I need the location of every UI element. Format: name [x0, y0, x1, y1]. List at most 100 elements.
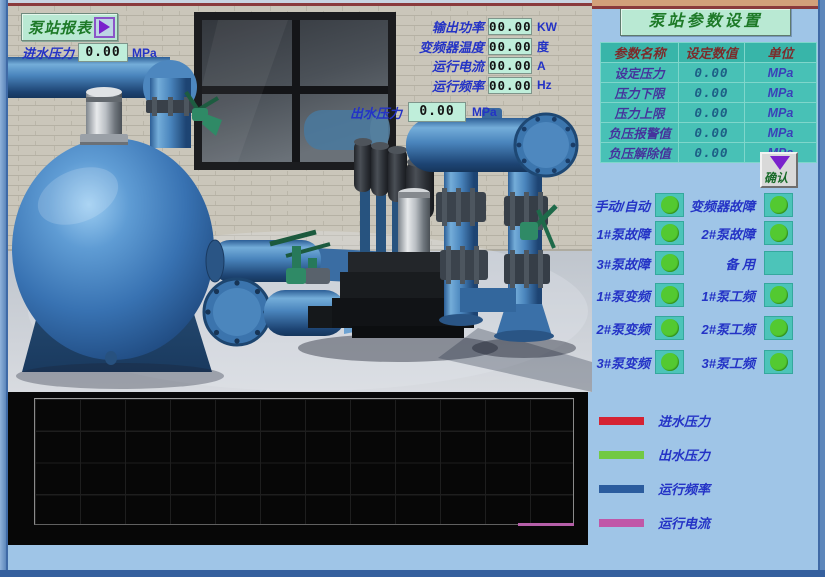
run-current-zero-trace [518, 523, 574, 526]
indicator-label: 1#泵工频 [684, 286, 755, 305]
settings-row-negative-alarm: 负压报警值 0.00 MPa [601, 123, 817, 143]
indicator-row-2: 1#泵故障 2#泵故障 [592, 221, 802, 245]
settings-table: 参数名称 设定数值 单位 设定压力 0.00 MPa 压力下限 0.00 MPa… [600, 42, 817, 163]
reading-row-inverter-temp: 变频器温度 00.00 度 [354, 37, 571, 56]
legend-label: 进水压力 [658, 411, 710, 430]
setting-unit: MPa [745, 83, 817, 103]
legend-swatch-green [599, 451, 644, 459]
reading-value: 00.00 [488, 77, 532, 94]
legend-label: 运行电流 [658, 513, 710, 532]
indicator-spare [764, 251, 793, 275]
outlet-pressure-unit: MPa [472, 105, 497, 119]
scene-top-accent [8, 3, 592, 6]
reading-row-output-power: 输出功率 00.00 KW [354, 17, 571, 36]
indicator-label: 2#泵故障 [684, 224, 755, 243]
settings-panel-title: 泵站参数设置 [620, 8, 791, 36]
indicator-row-5: 2#泵变频 2#泵工频 [592, 316, 802, 340]
indicator-row-4: 1#泵变频 1#泵工频 [592, 283, 802, 307]
settings-header-unit: 单位 [745, 43, 817, 63]
setting-value-input[interactable]: 0.00 [679, 143, 745, 163]
indicator-label: 手动/自动 [592, 196, 650, 215]
setting-name: 压力下限 [601, 83, 679, 103]
panel-top-accent-line [592, 6, 818, 9]
reading-unit: 度 [537, 38, 571, 55]
outlet-pressure-row: 出水压力 0.00 MPa [350, 102, 497, 122]
pump-station-scene: 泵站报表 进水压力 0.00 MPa 输出功率 00.00 KW 变频器温度 0… [8, 6, 592, 392]
reading-label: 变频器温度 [354, 37, 484, 56]
setting-value-input[interactable]: 0.00 [679, 63, 745, 83]
setting-unit: MPa [745, 63, 817, 83]
indicator-manual-auto [655, 193, 684, 217]
indicator-lamp [770, 286, 788, 304]
report-play-icon[interactable] [94, 17, 115, 38]
indicator-lamp [661, 254, 679, 272]
indicator-label: 2#泵变频 [592, 319, 650, 338]
indicator-row-1: 手动/自动 变频器故障 [592, 193, 802, 217]
reading-unit: KW [537, 20, 571, 34]
legend-item-run-current: 运行电流 [599, 514, 710, 530]
legend-swatch-magenta [599, 519, 644, 527]
indicator-label: 1#泵故障 [592, 224, 650, 243]
inlet-pressure-row: 进水压力 0.00 MPa [22, 43, 157, 62]
frame-border-bottom [0, 570, 825, 577]
setting-value-input[interactable]: 0.00 [679, 103, 745, 123]
indicator-lamp [661, 224, 679, 242]
indicator-pump1-fault [655, 221, 684, 245]
frame-border-left-inner [6, 0, 8, 577]
setting-unit: MPa [745, 123, 817, 143]
reading-unit: Hz [537, 78, 571, 92]
hmi-pump-station-screen: 泵站报表 进水压力 0.00 MPa 输出功率 00.00 KW 变频器温度 0… [0, 0, 825, 577]
report-button[interactable]: 泵站报表 [21, 13, 118, 41]
settings-row-set-pressure: 设定压力 0.00 MPa [601, 63, 817, 83]
outlet-pressure-value: 0.00 [408, 102, 466, 122]
reading-label: 输出功率 [354, 17, 484, 36]
indicator-lamp [770, 353, 788, 371]
indicator-label: 3#泵故障 [592, 254, 650, 273]
settings-header-name: 参数名称 [601, 43, 679, 63]
indicator-pump3-mains [764, 350, 793, 374]
reading-value: 00.00 [488, 38, 532, 55]
setting-value-input[interactable]: 0.00 [679, 123, 745, 143]
confirm-button[interactable]: 确认 [760, 152, 798, 188]
indicator-lamp [770, 319, 788, 337]
legend-swatch-red [599, 417, 644, 425]
frame-border-right-inner [818, 0, 820, 577]
settings-header-value: 设定数值 [679, 43, 745, 63]
indicator-pump2-mains [764, 316, 793, 340]
reading-value: 00.00 [488, 18, 532, 35]
reading-unit: A [537, 59, 571, 73]
reading-label: 运行频率 [354, 76, 484, 95]
inlet-pressure-value: 0.00 [78, 43, 128, 62]
indicator-lamp [661, 319, 679, 337]
inlet-pressure-unit: MPa [132, 46, 157, 60]
indicator-pump3-vfd [655, 350, 684, 374]
reading-row-run-frequency: 运行频率 00.00 Hz [354, 76, 571, 95]
setting-name: 负压解除值 [601, 143, 679, 163]
indicator-row-3: 3#泵故障 备 用 [592, 251, 802, 275]
indicator-pump3-fault [655, 251, 684, 275]
legend-item-run-frequency: 运行频率 [599, 480, 710, 496]
indicator-label: 2#泵工频 [684, 319, 755, 338]
settings-row-pressure-low: 压力下限 0.00 MPa [601, 83, 817, 103]
legend-label: 出水压力 [658, 445, 710, 464]
setting-name: 压力上限 [601, 103, 679, 123]
setting-value-input[interactable]: 0.00 [679, 83, 745, 103]
legend-item-inlet-pressure: 进水压力 [599, 412, 710, 428]
indicator-label: 变频器故障 [684, 196, 755, 215]
indicator-lamp [661, 196, 679, 214]
inlet-pressure-label: 进水压力 [22, 43, 74, 62]
readings-block: 输出功率 00.00 KW 变频器温度 00.00 度 运行电流 00.00 A… [354, 17, 571, 95]
indicator-pump1-vfd [655, 283, 684, 307]
legend-label: 运行频率 [658, 479, 710, 498]
indicator-label: 1#泵变频 [592, 286, 650, 305]
indicator-row-6: 3#泵变频 3#泵工频 [592, 350, 802, 374]
indicator-pump1-mains [764, 283, 793, 307]
confirm-button-label: 确认 [764, 169, 788, 186]
setting-name: 负压报警值 [601, 123, 679, 143]
indicator-lamp [661, 353, 679, 371]
legend-item-outlet-pressure: 出水压力 [599, 446, 710, 462]
indicator-label: 3#泵工频 [684, 353, 755, 372]
indicator-lamp [770, 224, 788, 242]
indicator-lamp [661, 286, 679, 304]
indicator-vfd-fault [764, 193, 793, 217]
